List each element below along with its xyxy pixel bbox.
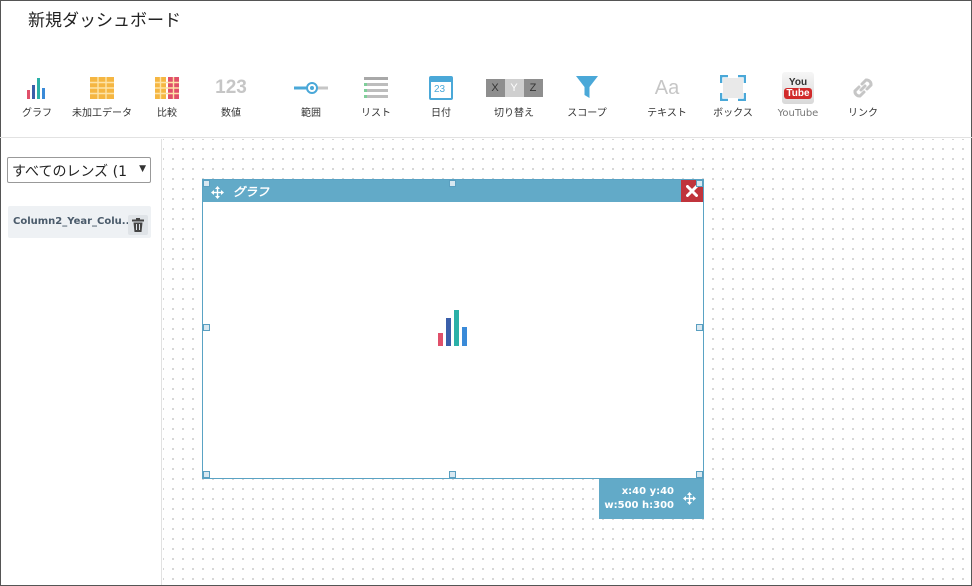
resize-handle-e[interactable] — [696, 324, 703, 331]
chevron-down-icon: ▼ — [139, 164, 146, 174]
scope-icon — [557, 72, 617, 104]
chart-widget[interactable]: グラフ — [202, 179, 704, 479]
resize-handle-w[interactable] — [203, 324, 210, 331]
tool-chart[interactable]: グラフ — [7, 68, 67, 128]
tool-link[interactable]: リンク — [833, 68, 893, 128]
tool-box-label: ボックス — [713, 108, 753, 119]
tool-toggle-label: 切り替え — [494, 108, 534, 119]
page-title: 新規ダッシュボード — [28, 11, 181, 31]
date-icon: 23 — [411, 72, 471, 104]
widget-toolbar: グラフ 未加工データ 比較 123 数値 範囲 リスト 23 日付 X Y Z … — [0, 64, 972, 138]
widget-position-text: x:40 y:40 — [621, 486, 674, 497]
tool-date[interactable]: 23 日付 — [411, 68, 471, 128]
resize-handle-s[interactable] — [449, 471, 456, 478]
tool-number-label: 数値 — [221, 108, 241, 119]
trash-icon[interactable] — [128, 215, 148, 235]
widget-size-text: w:500 h:300 — [604, 500, 674, 511]
tool-scope[interactable]: スコープ — [557, 68, 617, 128]
number-icon: 123 — [215, 77, 247, 98]
compare-icon — [137, 72, 197, 104]
tool-youtube-label: YouTube — [777, 108, 819, 119]
tool-raw-data[interactable]: 未加工データ — [72, 68, 132, 128]
lens-select-value: すべてのレンズ (1 — [12, 164, 127, 180]
field-name: Column2_Year_Colu... — [13, 216, 134, 227]
tool-range[interactable]: 範囲 — [281, 68, 341, 128]
tool-text-label: テキスト — [647, 108, 687, 119]
toggle-icon: X Y Z — [484, 72, 544, 104]
chart-icon — [7, 72, 67, 104]
resize-handle-se[interactable] — [696, 471, 703, 478]
move-icon[interactable] — [683, 492, 696, 508]
box-icon — [703, 72, 763, 104]
tool-text[interactable]: Aa テキスト — [637, 68, 697, 128]
text-icon: Aa — [654, 76, 680, 99]
chart-placeholder-icon — [437, 310, 469, 350]
field-list-item[interactable]: Column2_Year_Colu... — [8, 206, 151, 238]
tool-list-label: リスト — [361, 108, 391, 119]
list-icon — [346, 72, 406, 104]
resize-handle-ne[interactable] — [696, 180, 703, 187]
tool-scope-label: スコープ — [567, 108, 607, 119]
resize-handle-nw[interactable] — [203, 180, 210, 187]
resize-handle-sw[interactable] — [203, 471, 210, 478]
tool-toggle[interactable]: X Y Z 切り替え — [484, 68, 544, 128]
link-icon — [833, 72, 893, 104]
tool-youtube[interactable]: You Tube YouTube — [768, 68, 828, 128]
tool-date-label: 日付 — [431, 108, 451, 119]
raw-data-icon — [72, 72, 132, 104]
resize-handle-n[interactable] — [449, 180, 456, 187]
youtube-icon: You Tube — [768, 72, 828, 104]
widget-geometry-badge[interactable]: x:40 y:40 w:500 h:300 — [599, 479, 704, 519]
tool-chart-label: グラフ — [22, 108, 52, 119]
widget-title: グラフ — [233, 185, 270, 199]
lens-sidebar: すべてのレンズ (1 ▼ Column2_Year_Colu... — [1, 139, 162, 585]
tool-box[interactable]: ボックス — [703, 68, 763, 128]
tool-compare-label: 比較 — [157, 108, 177, 119]
lens-select[interactable]: すべてのレンズ (1 ▼ — [7, 157, 151, 183]
tool-range-label: 範囲 — [301, 108, 321, 119]
tool-number[interactable]: 123 数値 — [201, 68, 261, 128]
tool-list[interactable]: リスト — [346, 68, 406, 128]
move-icon[interactable] — [211, 184, 224, 203]
tool-compare[interactable]: 比較 — [137, 68, 197, 128]
tool-raw-data-label: 未加工データ — [72, 108, 132, 119]
range-icon — [281, 72, 341, 104]
tool-link-label: リンク — [848, 108, 878, 119]
